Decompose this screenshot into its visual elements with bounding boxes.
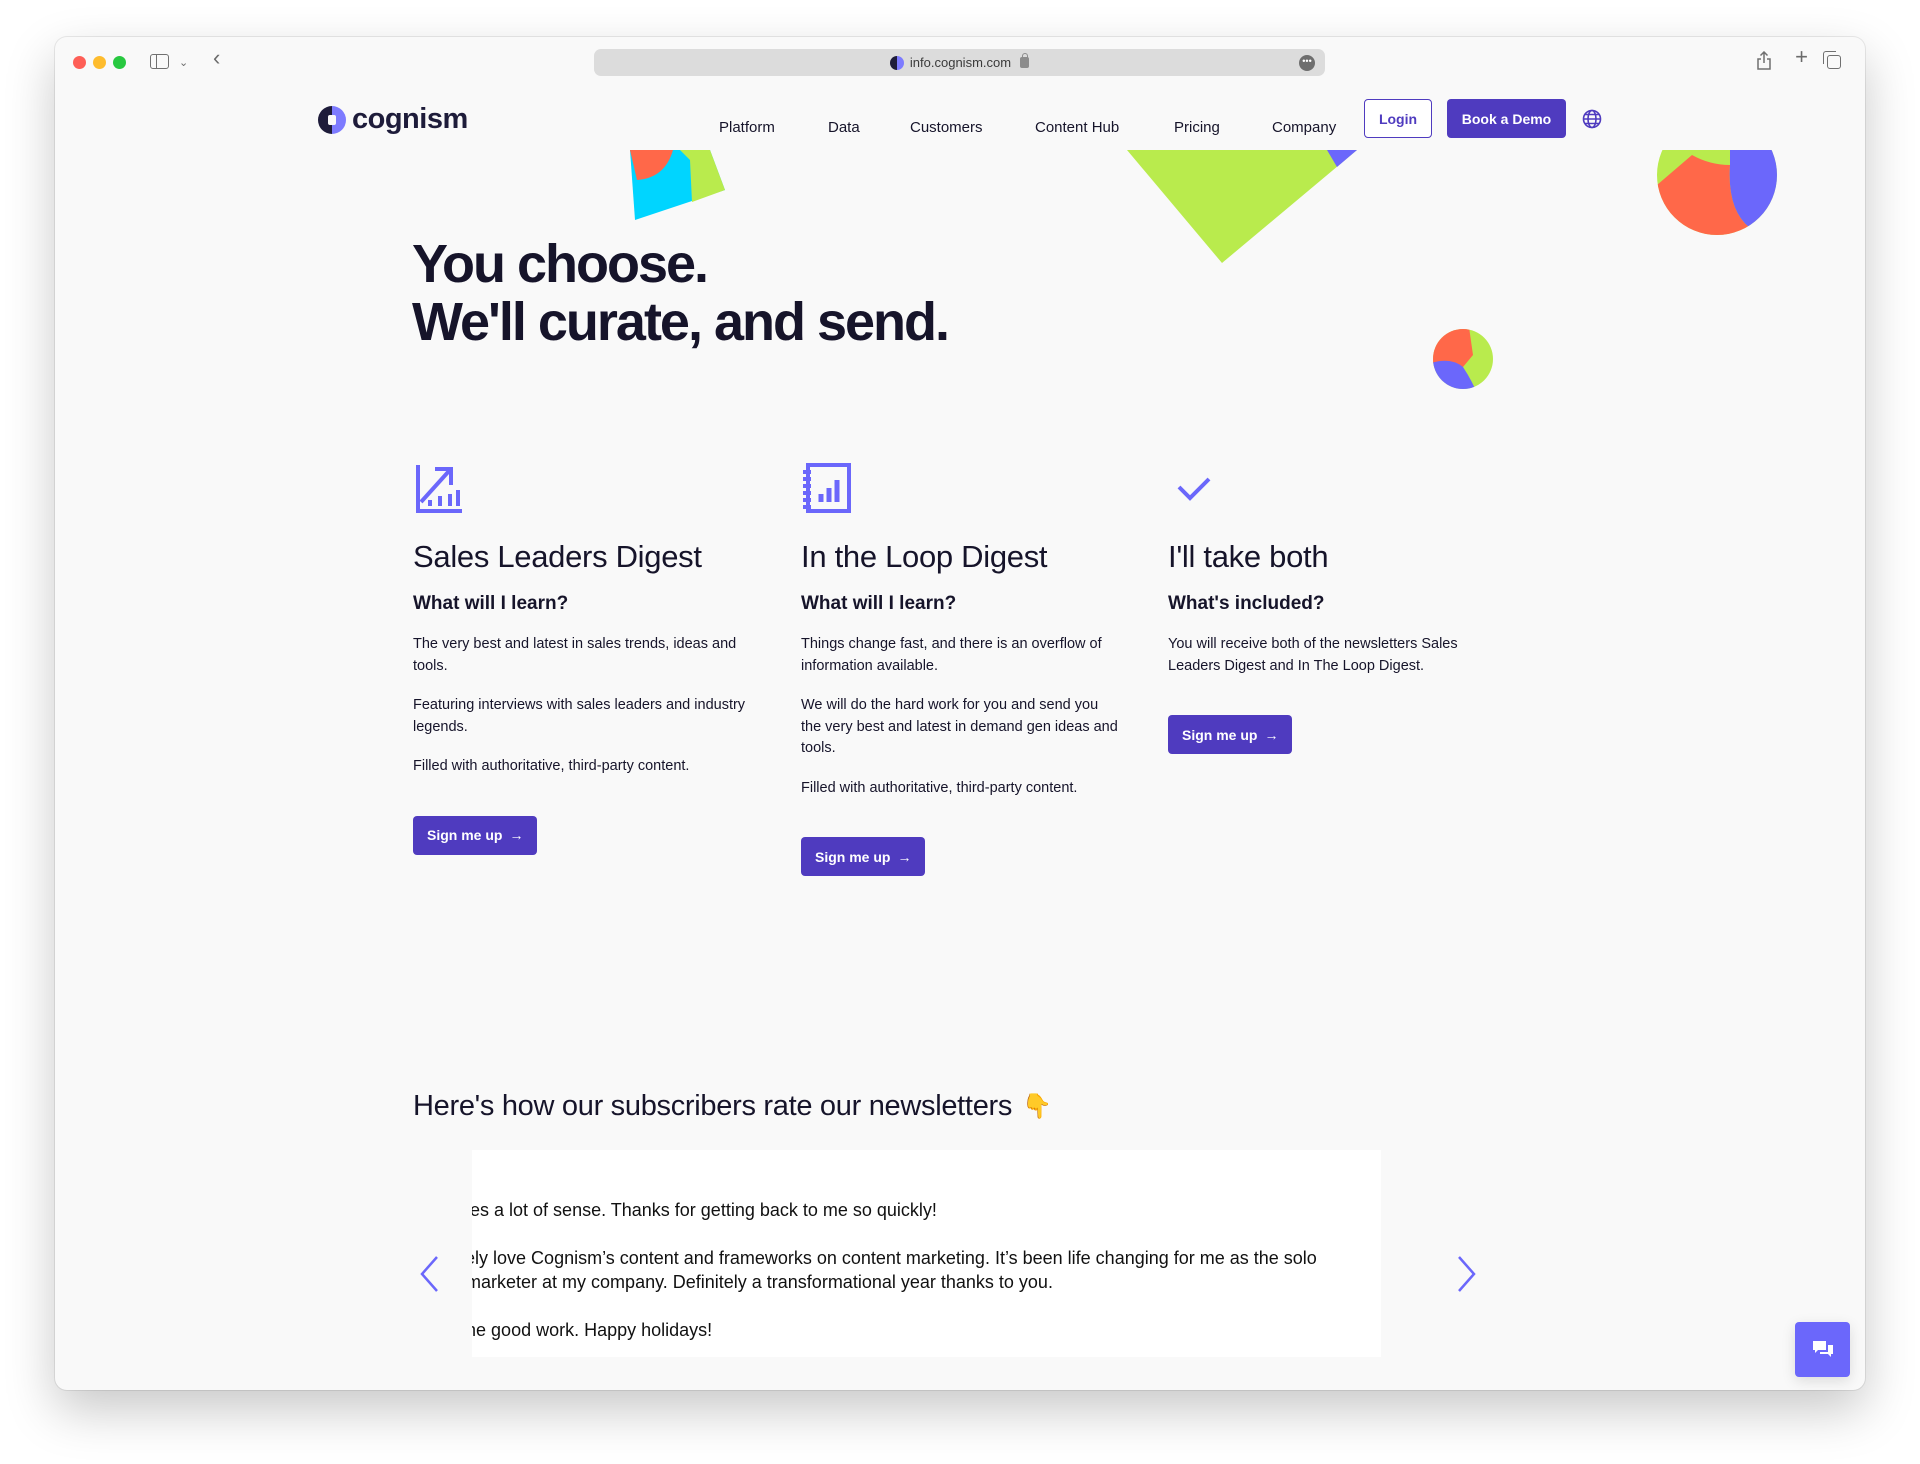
browser-window: ⌄ ‹ info.cognism.com ••• + cognism Platf…	[55, 37, 1865, 1390]
hero-title: You choose. We'll curate, and send.	[412, 234, 950, 352]
decorative-pie-large	[1657, 150, 1777, 235]
decorative-triangle	[1127, 150, 1357, 263]
chevron-left-icon[interactable]	[417, 1254, 441, 1294]
testimonial-slide: e, makes a lot of sense. Thanks for gett…	[472, 1150, 1381, 1357]
book-demo-button[interactable]: Book a Demo	[1447, 99, 1566, 138]
hero-line-2: We'll curate, and send.	[412, 292, 950, 352]
pointing-down-icon: 👇	[1022, 1093, 1052, 1120]
newsletter-card-sales-leaders: Sales Leaders Digest What will I learn? …	[413, 462, 753, 855]
sign-up-in-the-loop-button[interactable]: Sign me up →	[801, 837, 926, 876]
card-body: You will receive both of the newsletters…	[1168, 634, 1468, 677]
decorative-pie-small	[1433, 329, 1493, 389]
button-label: Sign me up	[1182, 726, 1258, 743]
arrow-right-icon: →	[897, 848, 912, 865]
card-paragraph: Featuring interviews with sales leaders …	[413, 697, 746, 735]
lock-icon	[1020, 53, 1030, 68]
hero-line-1: You choose.	[412, 234, 709, 294]
chart-growth-icon	[416, 465, 462, 513]
share-icon[interactable]	[1756, 50, 1772, 78]
more-icon[interactable]: •••	[1299, 55, 1315, 71]
card-body: The very best and latest in sales trends…	[413, 634, 753, 778]
globe-icon[interactable]	[1582, 109, 1602, 129]
chevron-right-icon[interactable]	[1455, 1254, 1479, 1294]
nav-data[interactable]: Data	[828, 119, 860, 136]
chat-button[interactable]	[1795, 1322, 1850, 1377]
card-subtitle: What's included?	[1168, 593, 1325, 614]
card-body: Things change fast, and there is an over…	[801, 634, 1121, 799]
checkmark-icon	[1177, 477, 1211, 501]
browser-toolbar: ⌄ ‹ info.cognism.com ••• +	[55, 37, 1865, 87]
url-text: info.cognism.com	[909, 55, 1012, 70]
arrow-right-icon: →	[509, 827, 524, 843]
arrow-right-icon: →	[1264, 726, 1279, 743]
card-paragraph: Filled with authoritative, third-party c…	[801, 779, 1078, 796]
card-paragraph: The very best and latest in sales trends…	[413, 636, 737, 674]
login-button[interactable]: Login	[1364, 99, 1432, 138]
sign-up-both-button[interactable]: Sign me up →	[1168, 715, 1293, 754]
site-favicon-icon	[889, 55, 904, 70]
maximize-window-button[interactable]	[113, 56, 126, 69]
testimonials-heading: Here's how our subscribers rate our news…	[413, 1090, 1052, 1123]
testimonial-line: olutely love Cognism’s content and frame…	[472, 1248, 1317, 1292]
sign-up-sales-leaders-button[interactable]: Sign me up →	[413, 815, 538, 855]
nav-customers[interactable]: Customers	[910, 119, 983, 136]
card-title: Sales Leaders Digest	[413, 539, 702, 574]
minimize-window-button[interactable]	[93, 56, 106, 69]
newsletter-card-in-the-loop: In the Loop Digest What will I learn? Th…	[801, 462, 1141, 876]
sidebar-toggle-icon[interactable]	[150, 54, 169, 69]
chat-bubbles-icon	[1812, 1340, 1833, 1357]
tabs-overview-icon[interactable]	[1823, 51, 1841, 69]
back-icon[interactable]: ‹	[213, 47, 220, 69]
decorative-shape-quad	[630, 150, 725, 220]
button-label: Sign me up	[815, 848, 891, 865]
testimonial-line: makes a lot of sense. Thanks for getting…	[472, 1200, 937, 1220]
card-paragraph: We will do the hard work for you and sen…	[801, 697, 1118, 756]
card-subtitle: What will I learn?	[413, 593, 569, 614]
newsletter-card-both: I'll take both What's included? You will…	[1168, 462, 1508, 754]
card-subtitle: What will I learn?	[801, 593, 957, 614]
chevron-down-icon[interactable]: ⌄	[179, 52, 188, 74]
testimonial-text: e, makes a lot of sense. Thanks for gett…	[472, 1150, 1381, 1357]
notebook-chart-icon	[803, 463, 851, 513]
close-window-button[interactable]	[73, 56, 86, 69]
card-paragraph: You will receive both of the newsletters…	[1168, 636, 1458, 674]
address-bar[interactable]: info.cognism.com •••	[594, 49, 1325, 76]
nav-content-hub[interactable]: Content Hub	[1035, 119, 1119, 136]
card-paragraph: Filled with authoritative, third-party c…	[413, 758, 690, 774]
card-paragraph: Things change fast, and there is an over…	[801, 636, 1102, 674]
testimonials-heading-text: Here's how our subscribers rate our news…	[413, 1090, 1013, 1122]
testimonial-line: up the good work. Happy holidays!	[472, 1320, 713, 1340]
card-title: In the Loop Digest	[801, 539, 1048, 574]
card-title: I'll take both	[1168, 539, 1329, 574]
testimonial-line: e,	[472, 1150, 1381, 1174]
button-label: Sign me up	[427, 827, 503, 843]
nav-pricing[interactable]: Pricing	[1174, 119, 1220, 136]
new-tab-icon[interactable]: +	[1795, 46, 1808, 68]
nav-platform[interactable]: Platform	[719, 119, 775, 136]
nav-company[interactable]: Company	[1272, 119, 1336, 136]
